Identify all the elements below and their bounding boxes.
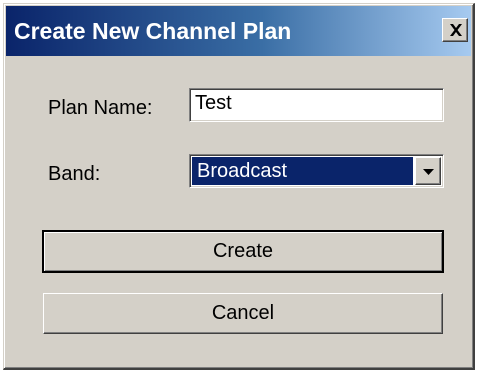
- create-button[interactable]: Create: [42, 230, 444, 273]
- cancel-button[interactable]: Cancel: [43, 293, 443, 334]
- chevron-down-icon: [423, 169, 434, 175]
- title-bar[interactable]: Create New Channel Plan: [6, 6, 471, 56]
- dialog-title: Create New Channel Plan: [14, 18, 292, 44]
- close-button[interactable]: [442, 18, 468, 42]
- plan-name-input[interactable]: Test: [189, 88, 444, 122]
- cancel-button-label: Cancel: [211, 302, 275, 324]
- create-channel-plan-dialog: Create New Channel Plan Plan Name: Test …: [3, 3, 475, 370]
- plan-name-value: Test: [195, 92, 232, 114]
- close-icon: [450, 24, 462, 36]
- plan-name-label: Plan Name:: [48, 97, 153, 119]
- band-label: Band:: [48, 163, 101, 185]
- band-select[interactable]: Broadcast: [189, 154, 444, 188]
- band-dropdown-button[interactable]: [415, 157, 441, 185]
- create-button-label: Create: [212, 240, 274, 262]
- band-selected-value: Broadcast: [197, 160, 288, 182]
- band-selected-highlight: Broadcast: [192, 157, 413, 185]
